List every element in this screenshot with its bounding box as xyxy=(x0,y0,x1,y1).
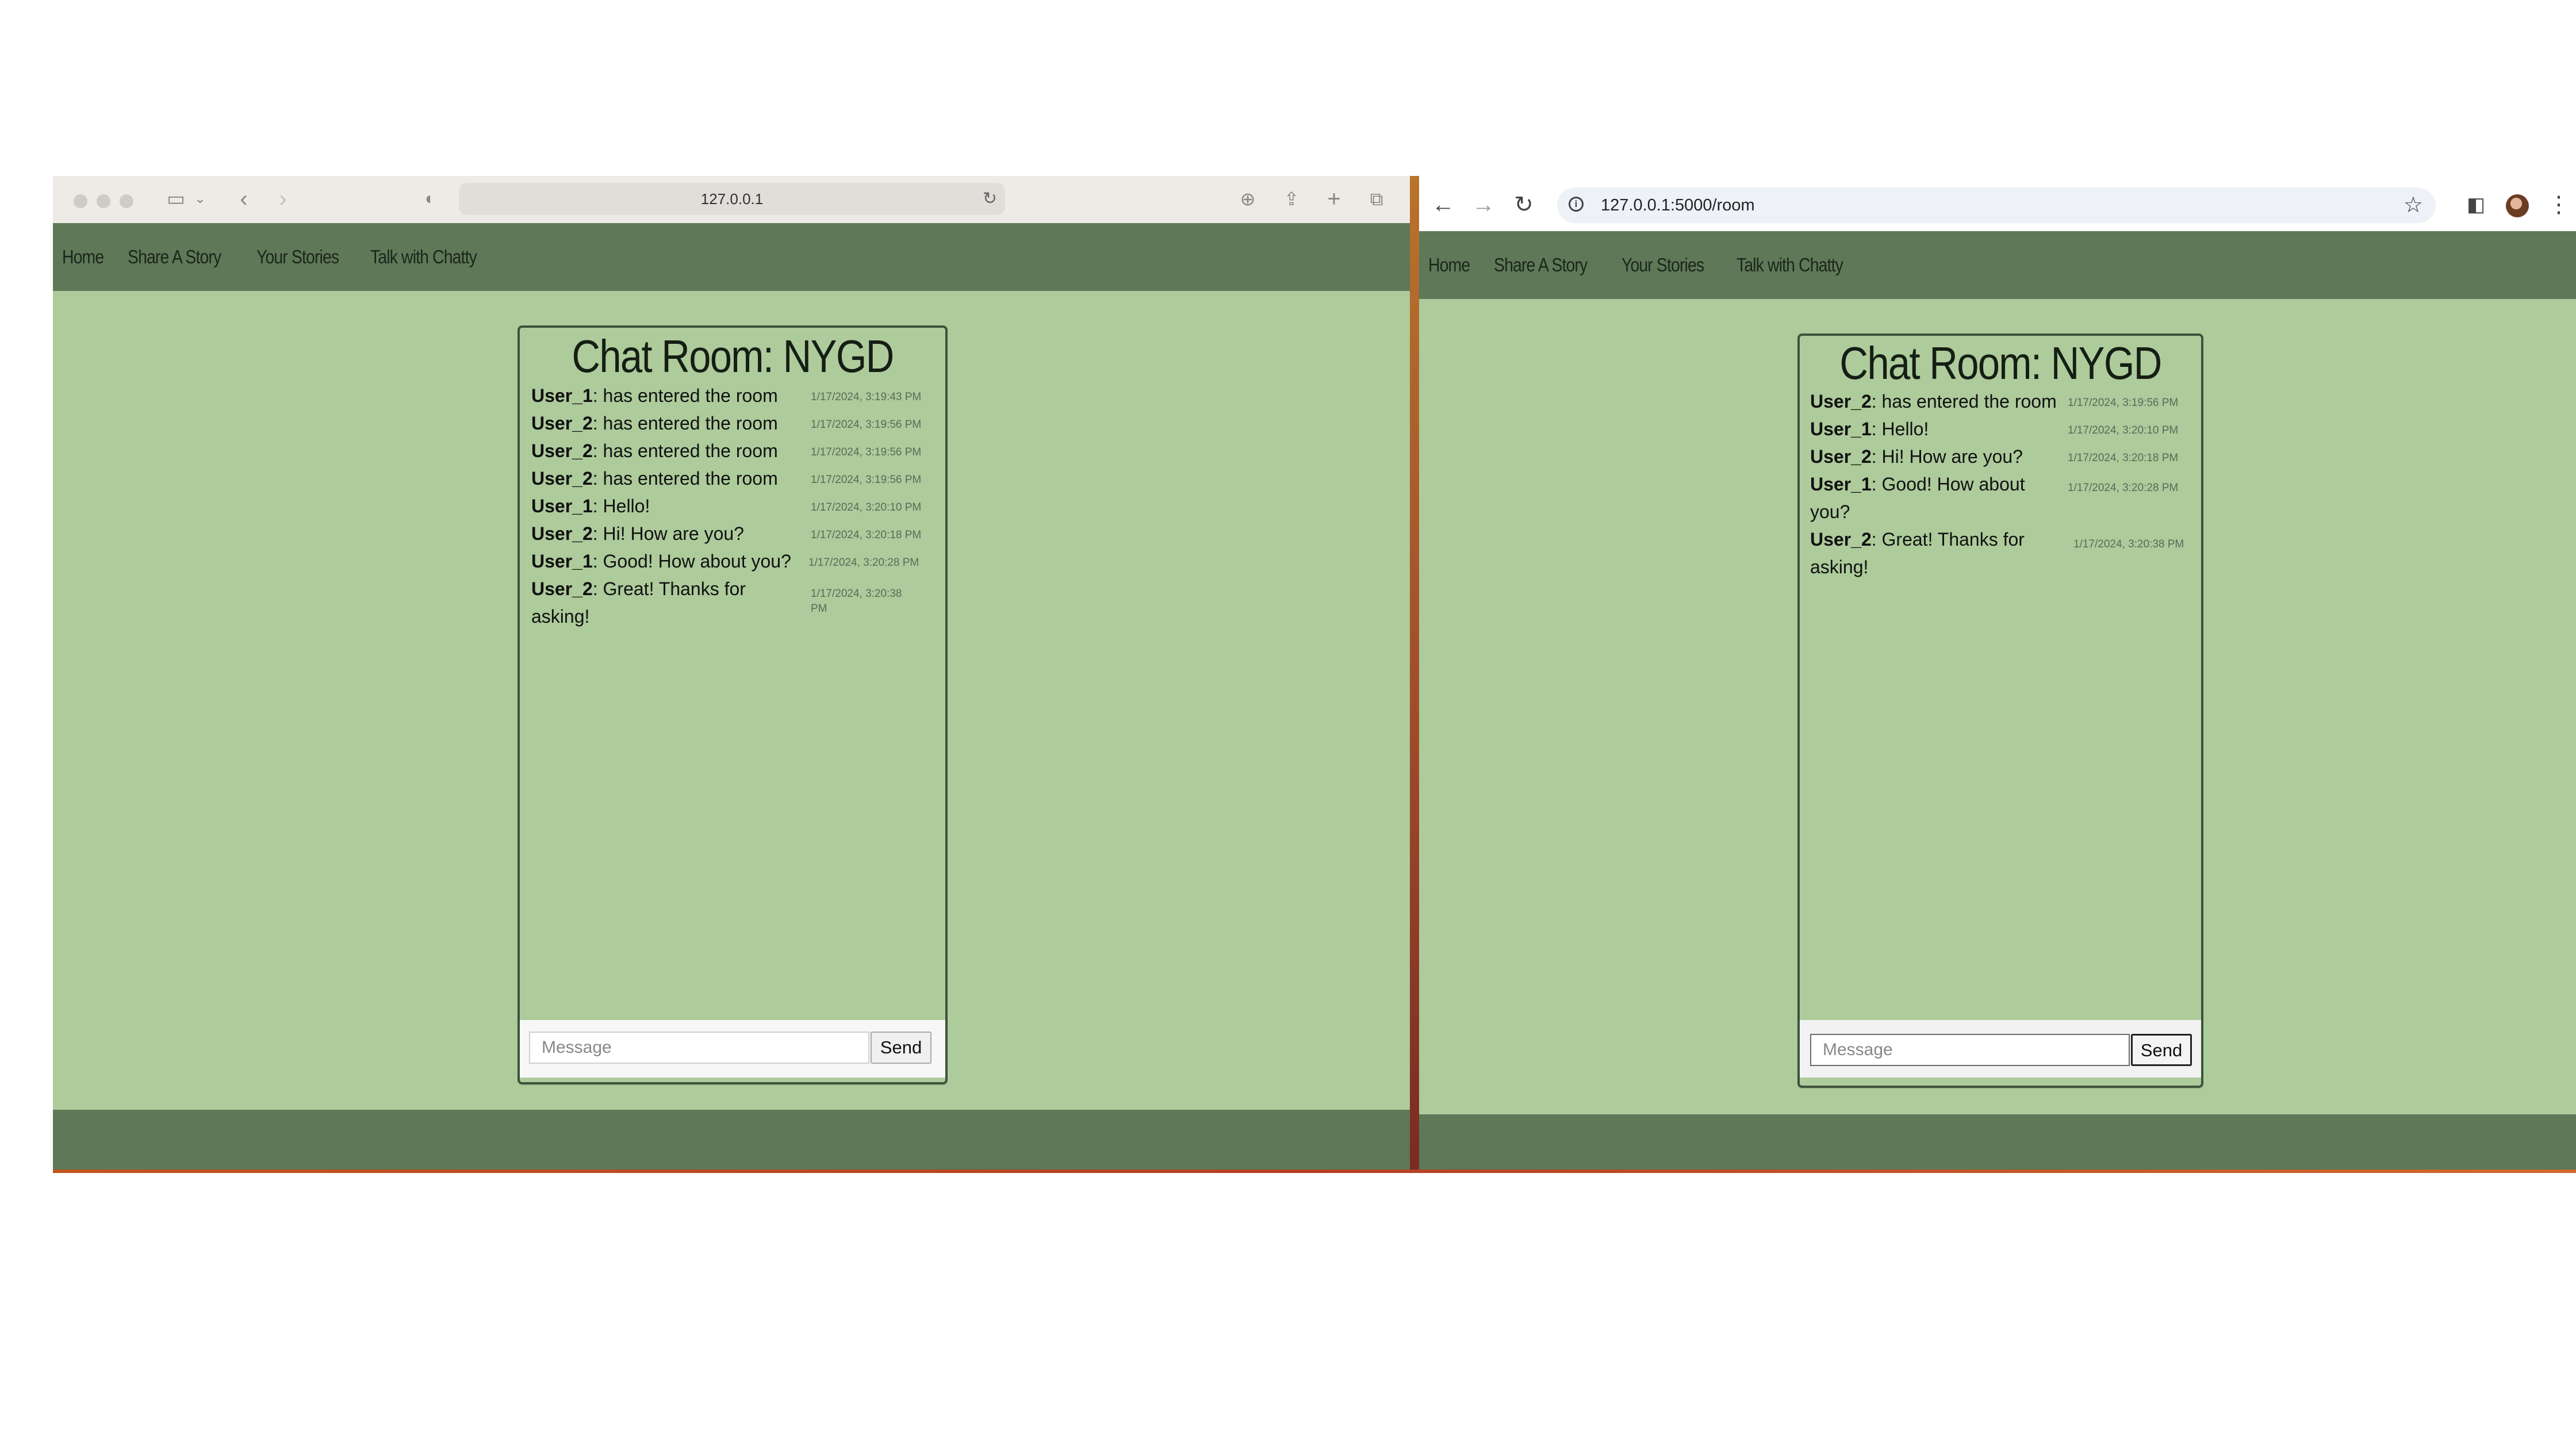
nav-your-stories-link[interactable]: Your Stories xyxy=(1621,231,1704,299)
chat-message: User_2: Hi! How are you? xyxy=(531,523,744,544)
back-icon[interactable]: ‹ xyxy=(232,186,255,212)
message-timestamp: 1/17/2024, 3:20:28 PM xyxy=(808,557,919,569)
more-menu-icon[interactable]: ⋮ xyxy=(2547,192,2570,217)
reload-icon[interactable]: ↻ xyxy=(1511,192,1536,217)
chrome-window: ← → ↻ i 127.0.0.1:5000/room ☆ ◧ ⋮ Home S… xyxy=(1419,176,2576,1173)
chat-message: User_1: has entered the room xyxy=(531,385,778,406)
safari-window: ▭ ⌄ ‹ › ◐ 127.0.0.1 ↻ ⊕ ⇪ + ⧉ Home Share… xyxy=(53,176,1410,1173)
message-timestamp: 1/17/2024, 3:20:38 PM xyxy=(811,588,902,615)
message-timestamp: 1/17/2024, 3:20:10 PM xyxy=(811,501,922,513)
message-composer: Message Send xyxy=(520,1020,945,1078)
nav-your-stories-link[interactable]: Your Stories xyxy=(256,223,339,291)
nav-share-story-link[interactable]: Share A Story xyxy=(1494,231,1588,299)
site-footer xyxy=(53,1110,1410,1173)
address-text: 127.0.0.1 xyxy=(700,190,764,208)
safari-toolbar: ▭ ⌄ ‹ › ◐ 127.0.0.1 ↻ ⊕ ⇪ + ⧉ xyxy=(53,176,1410,224)
chevron-down-icon[interactable]: ⌄ xyxy=(193,186,207,212)
message-timestamp: 1/17/2024, 3:19:56 PM xyxy=(2068,397,2179,409)
message-timestamp: 1/17/2024, 3:19:56 PM xyxy=(811,446,922,458)
message-timestamp: 1/17/2024, 3:19:43 PM xyxy=(811,391,922,403)
zoom-window-button[interactable] xyxy=(120,194,133,208)
message-timestamp: 1/17/2024, 3:20:18 PM xyxy=(2068,452,2179,464)
nav-talk-chatty-link[interactable]: Talk with Chatty xyxy=(1736,231,1843,299)
chat-message: User_1: Hello! xyxy=(1810,419,1929,439)
nav-talk-chatty-link[interactable]: Talk with Chatty xyxy=(370,223,477,291)
message-input[interactable]: Message xyxy=(1810,1034,2130,1066)
share-icon[interactable]: ⇪ xyxy=(1279,186,1304,212)
send-button[interactable]: Send xyxy=(2131,1034,2192,1066)
chat-message: User_1: Good! How about you? xyxy=(531,551,791,572)
message-timestamp: 1/17/2024, 3:20:10 PM xyxy=(2068,424,2179,436)
chat-message: User_2: has entered the room xyxy=(1810,391,2057,412)
message-composer: Message Send xyxy=(1800,1020,2201,1078)
message-timestamp: 1/17/2024, 3:19:56 PM xyxy=(811,419,922,431)
site-info-icon[interactable]: i xyxy=(1569,197,1584,212)
nav-home-link[interactable]: Home xyxy=(62,223,104,291)
nav-share-story-link[interactable]: Share A Story xyxy=(128,223,221,291)
back-icon[interactable]: ← xyxy=(1431,192,1456,217)
side-panel-icon[interactable]: ◧ xyxy=(2463,192,2489,217)
message-input[interactable]: Message xyxy=(529,1032,869,1064)
message-timestamp: 1/17/2024, 3:20:18 PM xyxy=(811,529,922,541)
forward-icon[interactable]: › xyxy=(271,186,294,212)
nav-home-link[interactable]: Home xyxy=(1428,231,1470,299)
chat-message: User_1: Hello! xyxy=(531,496,650,516)
address-bar[interactable]: 127.0.0.1 ↻ xyxy=(459,183,1005,215)
chat-title: Chat Room: NYGD xyxy=(572,331,894,382)
message-timestamp: 1/17/2024, 3:19:56 PM xyxy=(811,474,922,486)
send-button[interactable]: Send xyxy=(871,1032,931,1064)
chat-message: User_2: Great! Thanks for asking! xyxy=(1810,529,2025,577)
chat-message: User_2: has entered the room xyxy=(531,413,778,434)
chat-title: Chat Room: NYGD xyxy=(1839,338,2162,389)
chat-message: User_2: Hi! How are you? xyxy=(1810,446,2023,467)
chat-message: User_2: Great! Thanks for asking! xyxy=(531,578,746,627)
site-footer xyxy=(1419,1114,2576,1173)
chat-room-card: Chat Room: NYGD User_1: has entered the … xyxy=(518,325,948,1084)
forward-icon[interactable]: → xyxy=(1471,192,1496,217)
new-tab-icon[interactable]: + xyxy=(1321,186,1347,212)
sidebar-icon[interactable]: ▭ xyxy=(162,186,190,212)
downloads-icon[interactable]: ⊕ xyxy=(1235,186,1260,212)
tab-overview-icon[interactable]: ⧉ xyxy=(1364,186,1389,212)
message-timestamp: 1/17/2024, 3:20:38 PM xyxy=(2073,538,2184,550)
address-bar[interactable]: i 127.0.0.1:5000/room ☆ xyxy=(1557,187,2436,223)
chat-room-card: Chat Room: NYGD User_2: has entered the … xyxy=(1797,334,2203,1088)
address-text: 127.0.0.1:5000/room xyxy=(1601,196,1755,214)
profile-avatar[interactable] xyxy=(2506,194,2529,217)
chat-message: User_2: has entered the room xyxy=(531,440,778,461)
desktop-edge xyxy=(53,1170,2576,1173)
site-navbar: Home Share A Story Your Stories Talk wit… xyxy=(1419,231,2576,299)
desktop-divider xyxy=(1410,176,1419,1173)
chat-message: User_1: Good! How about you? xyxy=(1810,474,2025,522)
bookmark-star-icon[interactable]: ☆ xyxy=(2404,187,2423,223)
site-navbar: Home Share A Story Your Stories Talk wit… xyxy=(53,223,1410,291)
privacy-shield-icon[interactable]: ◐ xyxy=(419,186,442,212)
chrome-toolbar: ← → ↻ i 127.0.0.1:5000/room ☆ ◧ ⋮ xyxy=(1419,176,2576,231)
message-timestamp: 1/17/2024, 3:20:28 PM xyxy=(2068,482,2179,494)
reload-icon[interactable]: ↻ xyxy=(983,183,997,215)
chat-message: User_2: has entered the room xyxy=(531,468,778,489)
close-window-button[interactable] xyxy=(74,194,87,208)
minimize-window-button[interactable] xyxy=(97,194,110,208)
